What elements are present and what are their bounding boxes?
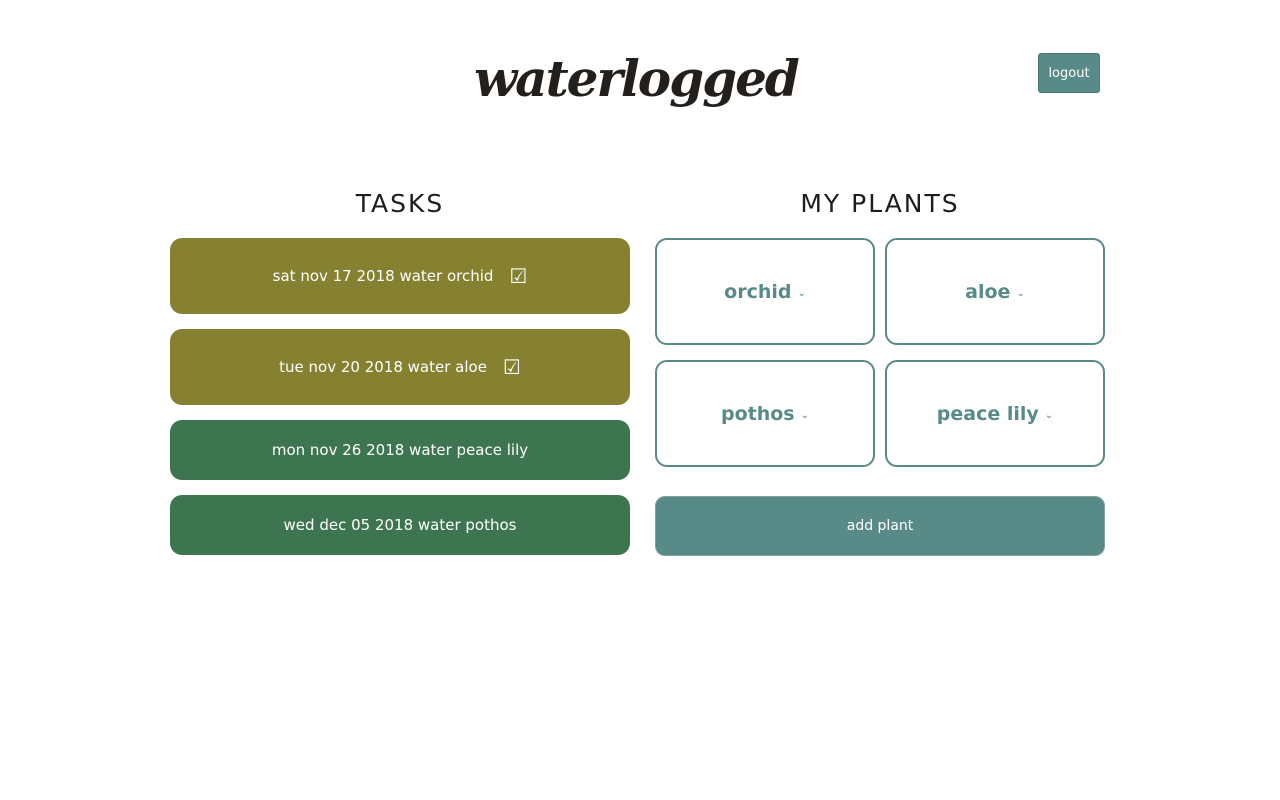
plant-card-aloe[interactable]: aloe ⌄: [885, 238, 1105, 345]
tasks-heading: TASKS: [355, 189, 445, 218]
checkbox-checked-icon[interactable]: ☑: [509, 266, 527, 286]
plant-card-pothos[interactable]: pothos ⌄: [655, 360, 875, 467]
task-label: mon nov 26 2018 water peace lily: [271, 441, 529, 459]
chevron-down-icon: ⌄: [800, 410, 809, 421]
task-label: tue nov 20 2018 water aloe: [279, 358, 487, 376]
chevron-down-icon: ⌄: [797, 288, 806, 299]
plant-card-peace-lily[interactable]: peace lily ⌄: [885, 360, 1105, 467]
chevron-down-icon: ⌄: [1016, 288, 1025, 299]
logout-button[interactable]: logout: [1038, 53, 1100, 93]
my-plants-heading: MY PLANTS: [800, 189, 960, 218]
task-item[interactable]: sat nov 17 2018 water orchid ☑: [170, 238, 630, 314]
checkbox-checked-icon[interactable]: ☑: [503, 357, 521, 377]
task-item[interactable]: mon nov 26 2018 water peace lily: [170, 420, 630, 480]
plant-card-orchid[interactable]: orchid ⌄: [655, 238, 875, 345]
task-item[interactable]: wed dec 05 2018 water pothos: [170, 495, 630, 555]
plant-name: pothos: [720, 402, 795, 425]
app-page: waterlogged logout TASKS MY PLANTS sat n…: [0, 0, 1280, 800]
task-label: sat nov 17 2018 water orchid: [272, 267, 494, 285]
add-plant-button[interactable]: add plant: [655, 496, 1105, 556]
task-label: wed dec 05 2018 water pothos: [283, 516, 517, 534]
chevron-down-icon: ⌄: [1044, 410, 1054, 421]
plant-name: orchid: [724, 280, 792, 303]
task-item[interactable]: tue nov 20 2018 water aloe ☑: [170, 329, 630, 405]
plant-name: peace lily: [936, 402, 1039, 425]
plant-name: aloe: [965, 280, 1011, 303]
